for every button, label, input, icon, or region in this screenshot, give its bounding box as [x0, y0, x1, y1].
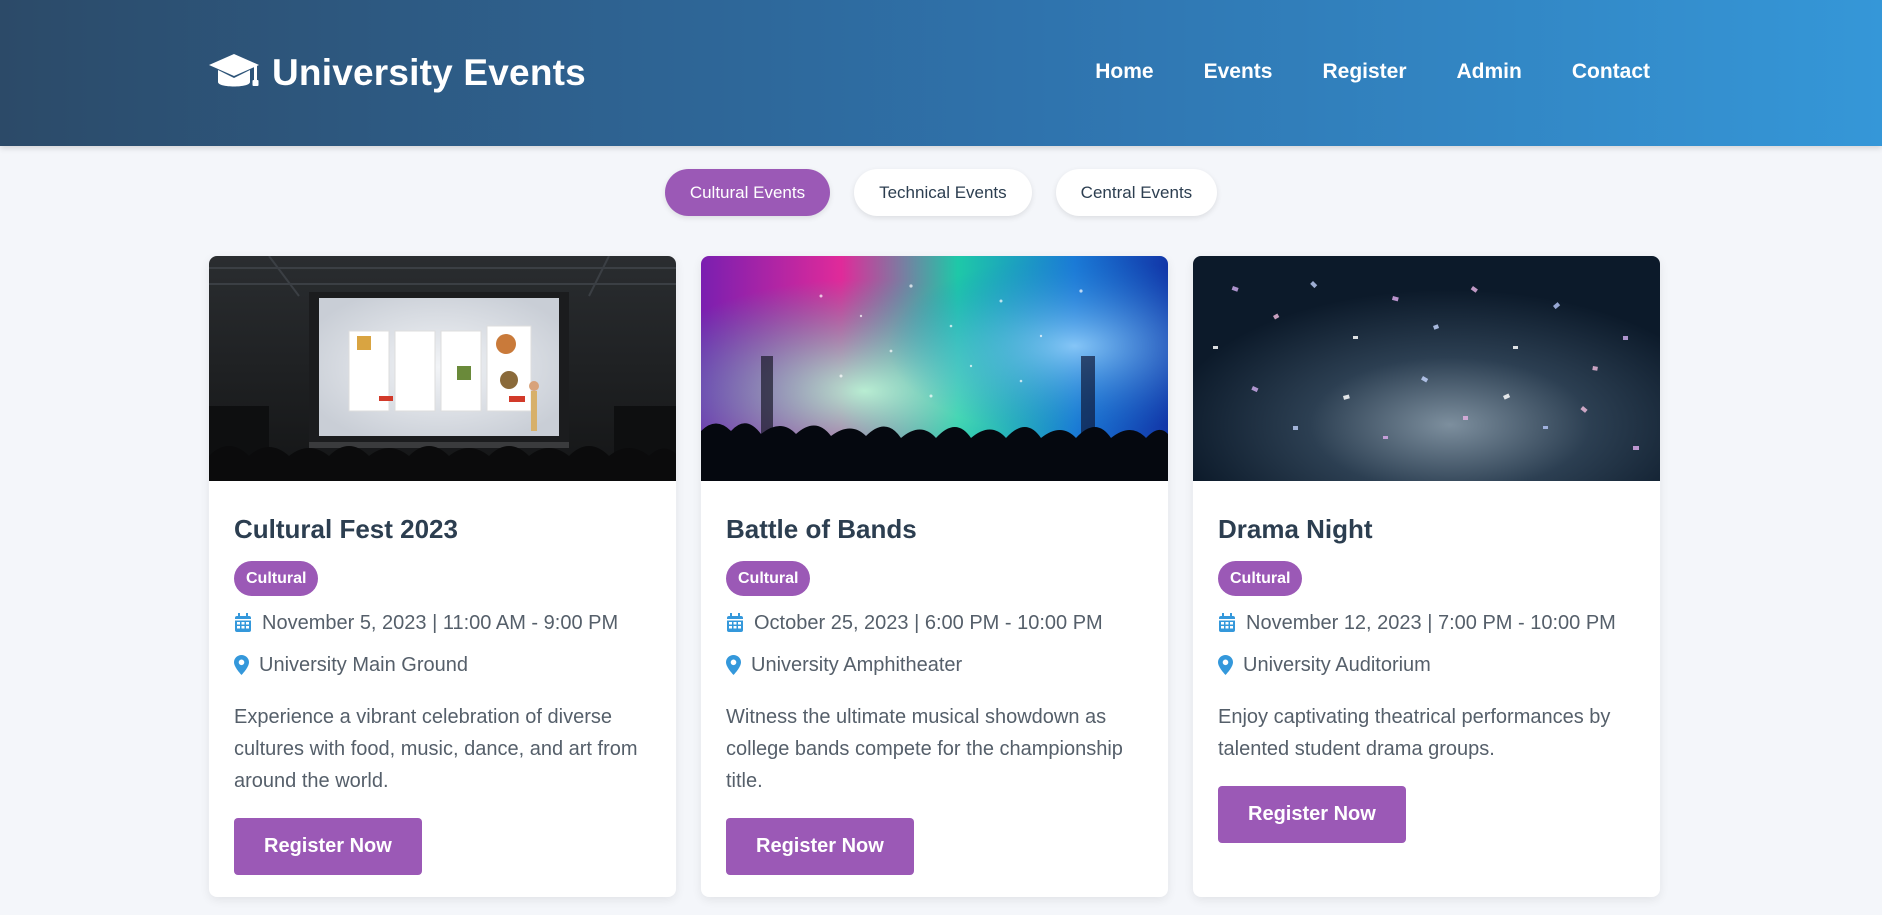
map-pin-icon	[1218, 655, 1233, 675]
graduation-cap-icon	[209, 54, 259, 87]
category-badge: Cultural	[234, 561, 319, 596]
calendar-icon	[1219, 613, 1235, 632]
event-description: Experience a vibrant celebration of dive…	[234, 706, 638, 792]
event-category-tabs: Cultural Events Technical Events Central…	[0, 169, 1882, 216]
register-now-button[interactable]: Register Now	[234, 818, 422, 875]
site-header: University Events Home Events Register A…	[0, 0, 1882, 146]
event-location-text: University Amphitheater	[751, 654, 963, 676]
event-location: University Main Ground	[234, 651, 651, 679]
nav-register[interactable]: Register	[1322, 58, 1406, 86]
event-description: Enjoy captivating theatrical performance…	[1218, 706, 1611, 760]
event-datetime-text: November 5, 2023 | 11:00 AM - 9:00 PM	[262, 612, 619, 634]
event-datetime: November 12, 2023 | 7:00 PM - 10:00 PM	[1218, 609, 1635, 637]
calendar-icon	[727, 613, 743, 632]
event-image-presentation	[209, 256, 676, 481]
brand[interactable]: University Events	[208, 50, 586, 96]
category-badge: Cultural	[1218, 561, 1303, 596]
event-location-text: University Auditorium	[1243, 654, 1431, 676]
event-datetime: November 5, 2023 | 11:00 AM - 9:00 PM	[234, 609, 651, 637]
register-now-button[interactable]: Register Now	[726, 818, 914, 875]
nav-events[interactable]: Events	[1204, 58, 1273, 86]
event-datetime: October 25, 2023 | 6:00 PM - 10:00 PM	[726, 609, 1143, 637]
tab-cultural-events[interactable]: Cultural Events	[664, 169, 831, 216]
event-description: Witness the ultimate musical showdown as…	[726, 706, 1123, 792]
map-pin-icon	[726, 655, 741, 675]
category-badge: Cultural	[726, 561, 811, 596]
event-image-confetti	[1193, 256, 1660, 481]
event-location-text: University Main Ground	[259, 654, 468, 676]
event-card: Cultural Fest 2023 Cultural November 5, …	[209, 256, 676, 897]
brand-title: University Events	[272, 52, 586, 93]
calendar-icon	[235, 613, 251, 632]
event-card-list: Cultural Fest 2023 Cultural November 5, …	[209, 256, 1660, 897]
main-nav: Home Events Register Admin Contact	[1045, 58, 1650, 86]
event-card: Battle of Bands Cultural October 25, 202…	[701, 256, 1168, 897]
event-title: Cultural Fest 2023	[234, 514, 458, 544]
event-datetime-text: October 25, 2023 | 6:00 PM - 10:00 PM	[754, 612, 1103, 634]
nav-contact[interactable]: Contact	[1572, 58, 1650, 86]
register-now-button[interactable]: Register Now	[1218, 786, 1406, 843]
event-title: Battle of Bands	[726, 514, 917, 544]
event-location: University Auditorium	[1218, 651, 1635, 679]
event-datetime-text: November 12, 2023 | 7:00 PM - 10:00 PM	[1246, 612, 1616, 634]
tab-central-events[interactable]: Central Events	[1055, 169, 1218, 216]
nav-admin[interactable]: Admin	[1457, 58, 1522, 86]
tab-technical-events[interactable]: Technical Events	[854, 169, 1032, 216]
event-card: Drama Night Cultural November 12, 2023 |…	[1193, 256, 1660, 897]
map-pin-icon	[234, 655, 249, 675]
event-image-concert	[701, 256, 1168, 481]
event-title: Drama Night	[1218, 514, 1373, 544]
nav-home[interactable]: Home	[1095, 58, 1153, 86]
event-location: University Amphitheater	[726, 651, 1143, 679]
